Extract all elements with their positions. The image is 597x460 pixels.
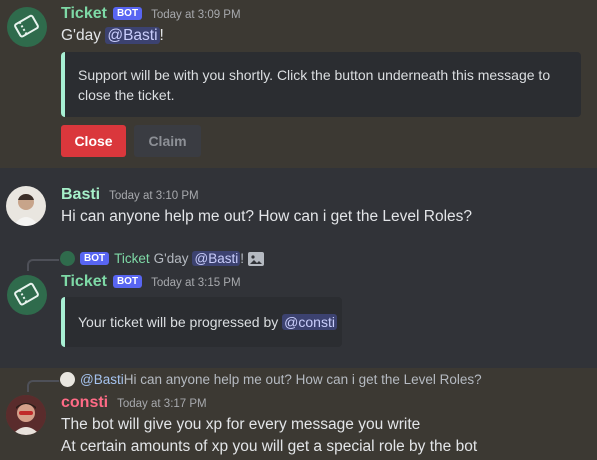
- image-icon: [247, 251, 264, 266]
- claim-button[interactable]: Claim: [134, 125, 201, 157]
- reply-username[interactable]: Ticket: [114, 251, 150, 266]
- message-line-1: The bot will give you xp for every messa…: [61, 416, 421, 433]
- reply-connector: [27, 259, 59, 271]
- embed-text: Support will be with you shortly. Click …: [78, 67, 551, 103]
- user-avatar: [13, 193, 39, 226]
- bot-badge: BOT: [112, 275, 143, 288]
- message-line-2: At certain amounts of xp you will get a …: [61, 438, 478, 455]
- reply-mention[interactable]: @Basti: [192, 251, 241, 266]
- user-mention[interactable]: @Basti: [105, 27, 160, 44]
- timestamp: Today at 3:10 PM: [109, 190, 199, 202]
- reply-mention[interactable]: @Basti: [80, 372, 124, 387]
- close-button[interactable]: Close: [61, 125, 126, 157]
- message-basti: Basti Today at 3:10 PM Hi can anyone hel…: [0, 168, 597, 238]
- consti-avatar[interactable]: [6, 395, 46, 435]
- timestamp: Today at 3:15 PM: [151, 277, 241, 289]
- bot-badge: BOT: [112, 7, 143, 20]
- greeting-suffix: !: [159, 27, 164, 44]
- ticket-icon: [14, 14, 39, 38]
- reply-text: Hi can anyone help me out? How can i get…: [123, 372, 482, 387]
- username[interactable]: Basti: [61, 186, 100, 204]
- embed: Support will be with you shortly. Click …: [61, 52, 581, 117]
- timestamp: Today at 3:09 PM: [151, 9, 241, 21]
- username[interactable]: consti: [61, 394, 108, 412]
- greeting-text: G'day: [61, 27, 106, 44]
- message-ticket-2: BOT Ticket G'day @Basti! Ticket BOT Toda…: [0, 238, 597, 368]
- basti-mini-avatar: [60, 372, 75, 387]
- bot-badge: BOT: [80, 252, 110, 265]
- reply-preview[interactable]: @Basti Hi can anyone help me out? How ca…: [60, 372, 482, 387]
- reply-greeting: G'day: [153, 251, 189, 266]
- basti-avatar[interactable]: [6, 186, 46, 226]
- embed-mention[interactable]: @consti: [282, 314, 337, 330]
- user-avatar: [6, 395, 46, 435]
- message-text: Hi can anyone help me out? How can i get…: [61, 208, 472, 225]
- reply-suffix: !: [240, 251, 244, 266]
- reply-preview[interactable]: BOT Ticket G'day @Basti!: [60, 251, 264, 266]
- message-text: G'day @Basti!: [61, 27, 164, 45]
- message-ticket-1: Ticket BOT Today at 3:09 PM G'day @Basti…: [0, 0, 597, 168]
- timestamp: Today at 3:17 PM: [117, 398, 207, 410]
- username[interactable]: Ticket: [61, 273, 107, 291]
- ticket-mini-avatar: [60, 251, 75, 266]
- username[interactable]: Ticket: [61, 5, 107, 23]
- ticket-avatar[interactable]: [7, 275, 47, 315]
- embed: Your ticket will be progressed by @const…: [61, 297, 342, 347]
- ticket-icon: [14, 282, 39, 306]
- ticket-avatar[interactable]: [7, 7, 47, 47]
- reply-connector: [27, 380, 59, 392]
- embed-text: Your ticket will be progressed by: [78, 314, 283, 330]
- message-consti: @Basti Hi can anyone help me out? How ca…: [0, 368, 597, 460]
